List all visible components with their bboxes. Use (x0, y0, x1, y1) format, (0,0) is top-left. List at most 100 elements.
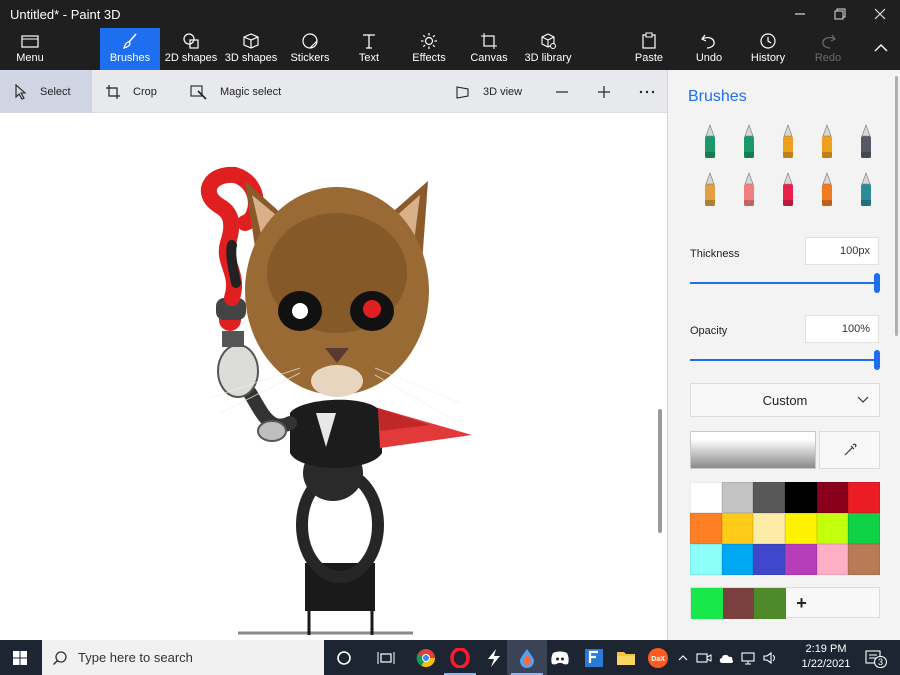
color-swatch[interactable] (848, 482, 880, 513)
thickness-input[interactable]: 100px (805, 237, 879, 265)
color-swatch[interactable] (690, 513, 722, 544)
cloud-icon (719, 654, 734, 663)
opacity-slider[interactable] (690, 359, 880, 361)
custom-color-swatch[interactable] (722, 588, 755, 619)
opacity-input[interactable]: 100% (805, 315, 879, 343)
texture-dropdown[interactable]: Custom (690, 383, 880, 417)
notification-count: 3 (874, 656, 888, 668)
magic-select-tool[interactable]: Magic select (190, 70, 281, 113)
brushes-panel: Brushes Thickness 100px Opacity 100% Cus… (667, 70, 900, 640)
system-clock[interactable]: 2:19 PM 1/22/2021 (796, 642, 856, 672)
history-label: History (750, 52, 786, 64)
more-options-button[interactable] (639, 70, 655, 113)
color-swatch[interactable] (721, 544, 754, 575)
minus-icon (556, 90, 568, 93)
tab-text[interactable]: Text (346, 28, 392, 70)
color-swatch[interactable] (784, 482, 817, 513)
tab-canvas-label: Canvas (470, 52, 508, 64)
crop-icon (105, 84, 121, 100)
color-swatch[interactable] (753, 513, 785, 544)
restore-icon (834, 8, 846, 20)
notifications-button[interactable]: 3 (864, 640, 888, 675)
undo-button[interactable]: Undo (688, 28, 730, 70)
eraser-icon[interactable] (735, 170, 763, 210)
crop-tool[interactable]: Crop (105, 70, 157, 113)
sun-icon (420, 32, 438, 50)
calligraphy-pen-icon[interactable] (735, 122, 763, 162)
collapse-ribbon-button[interactable] (874, 40, 888, 56)
paint-3d-icon (520, 648, 534, 668)
undo-icon (700, 32, 718, 50)
eyedropper-button[interactable] (819, 431, 880, 469)
show-hidden-icons-button[interactable] (678, 640, 688, 675)
tab-3d-shapes[interactable]: 3D shapes (222, 28, 280, 70)
custom-color-swatch[interactable] (691, 588, 723, 619)
zoom-out-button[interactable] (555, 70, 569, 113)
color-swatch[interactable] (690, 482, 722, 513)
opacity-slider-thumb[interactable] (874, 350, 880, 370)
color-swatch[interactable] (690, 544, 722, 575)
pixel-pen-icon[interactable] (852, 122, 880, 162)
color-swatch[interactable] (784, 513, 817, 544)
color-swatch[interactable] (848, 544, 880, 575)
history-button[interactable]: History (746, 28, 790, 70)
network-button[interactable] (740, 640, 756, 675)
color-swatch[interactable] (753, 544, 785, 575)
watercolor-brush-icon[interactable] (813, 122, 841, 162)
color-swatch[interactable] (753, 482, 785, 513)
pencil-icon[interactable] (696, 170, 724, 210)
crayon-icon[interactable] (774, 170, 802, 210)
tab-stickers[interactable]: Stickers (282, 28, 338, 70)
task-view-button[interactable] (366, 640, 406, 675)
tab-canvas[interactable]: Canvas (466, 28, 512, 70)
history-icon (759, 32, 777, 50)
camera-icon (696, 652, 712, 663)
onedrive-button[interactable] (718, 640, 734, 675)
color-swatch[interactable] (816, 513, 849, 544)
color-swatch[interactable] (816, 482, 849, 513)
start-button[interactable] (0, 640, 40, 675)
minimize-button[interactable] (782, 0, 818, 28)
redo-button[interactable]: Redo (806, 28, 850, 70)
selection-toolbar: Select Crop Magic select 3D view (0, 70, 667, 113)
panel-scrollbar[interactable] (895, 76, 898, 336)
canvas-scrollbar[interactable] (658, 409, 662, 533)
panel-title: Brushes (688, 88, 747, 105)
thickness-slider[interactable] (690, 282, 880, 284)
color-swatch[interactable] (784, 544, 817, 575)
spray-can-icon[interactable] (813, 170, 841, 210)
tab-text-label: Text (358, 52, 380, 64)
menu-button[interactable]: Menu (0, 28, 60, 70)
marker-brush-icon[interactable] (696, 122, 724, 162)
color-swatch[interactable] (816, 544, 849, 575)
tab-brushes[interactable]: Brushes (100, 28, 160, 70)
close-button[interactable] (862, 0, 898, 28)
meet-now-button[interactable] (696, 640, 712, 675)
color-swatch[interactable] (721, 482, 754, 513)
tab-3d-library[interactable]: 3D library (522, 28, 574, 70)
brush-icon (121, 32, 139, 50)
3d-view-icon (455, 85, 471, 99)
add-color-button[interactable]: + (786, 588, 817, 619)
color-swatch[interactable] (721, 513, 754, 544)
chevron-up-icon (874, 44, 888, 52)
zoom-in-button[interactable] (597, 70, 611, 113)
taskbar-search[interactable]: Type here to search (42, 640, 324, 675)
fill-bucket-icon[interactable] (852, 170, 880, 210)
select-tool[interactable]: Select (0, 70, 92, 113)
oil-brush-icon[interactable] (774, 122, 802, 162)
tab-effects[interactable]: Effects (406, 28, 452, 70)
custom-color-swatch[interactable] (754, 588, 786, 619)
cortana-button[interactable] (324, 640, 364, 675)
tab-2d-shapes[interactable]: 2D shapes (162, 28, 220, 70)
eyedropper-icon (844, 443, 856, 456)
dax-app[interactable]: DaX (638, 640, 678, 675)
close-icon (874, 8, 886, 20)
thickness-slider-thumb[interactable] (874, 273, 880, 293)
3d-view-button[interactable]: 3D view (455, 70, 522, 113)
paste-button[interactable]: Paste (628, 28, 670, 70)
restore-button[interactable] (822, 0, 858, 28)
drawing-canvas[interactable] (0, 113, 667, 640)
volume-button[interactable] (762, 640, 778, 675)
color-swatch[interactable] (848, 513, 880, 544)
